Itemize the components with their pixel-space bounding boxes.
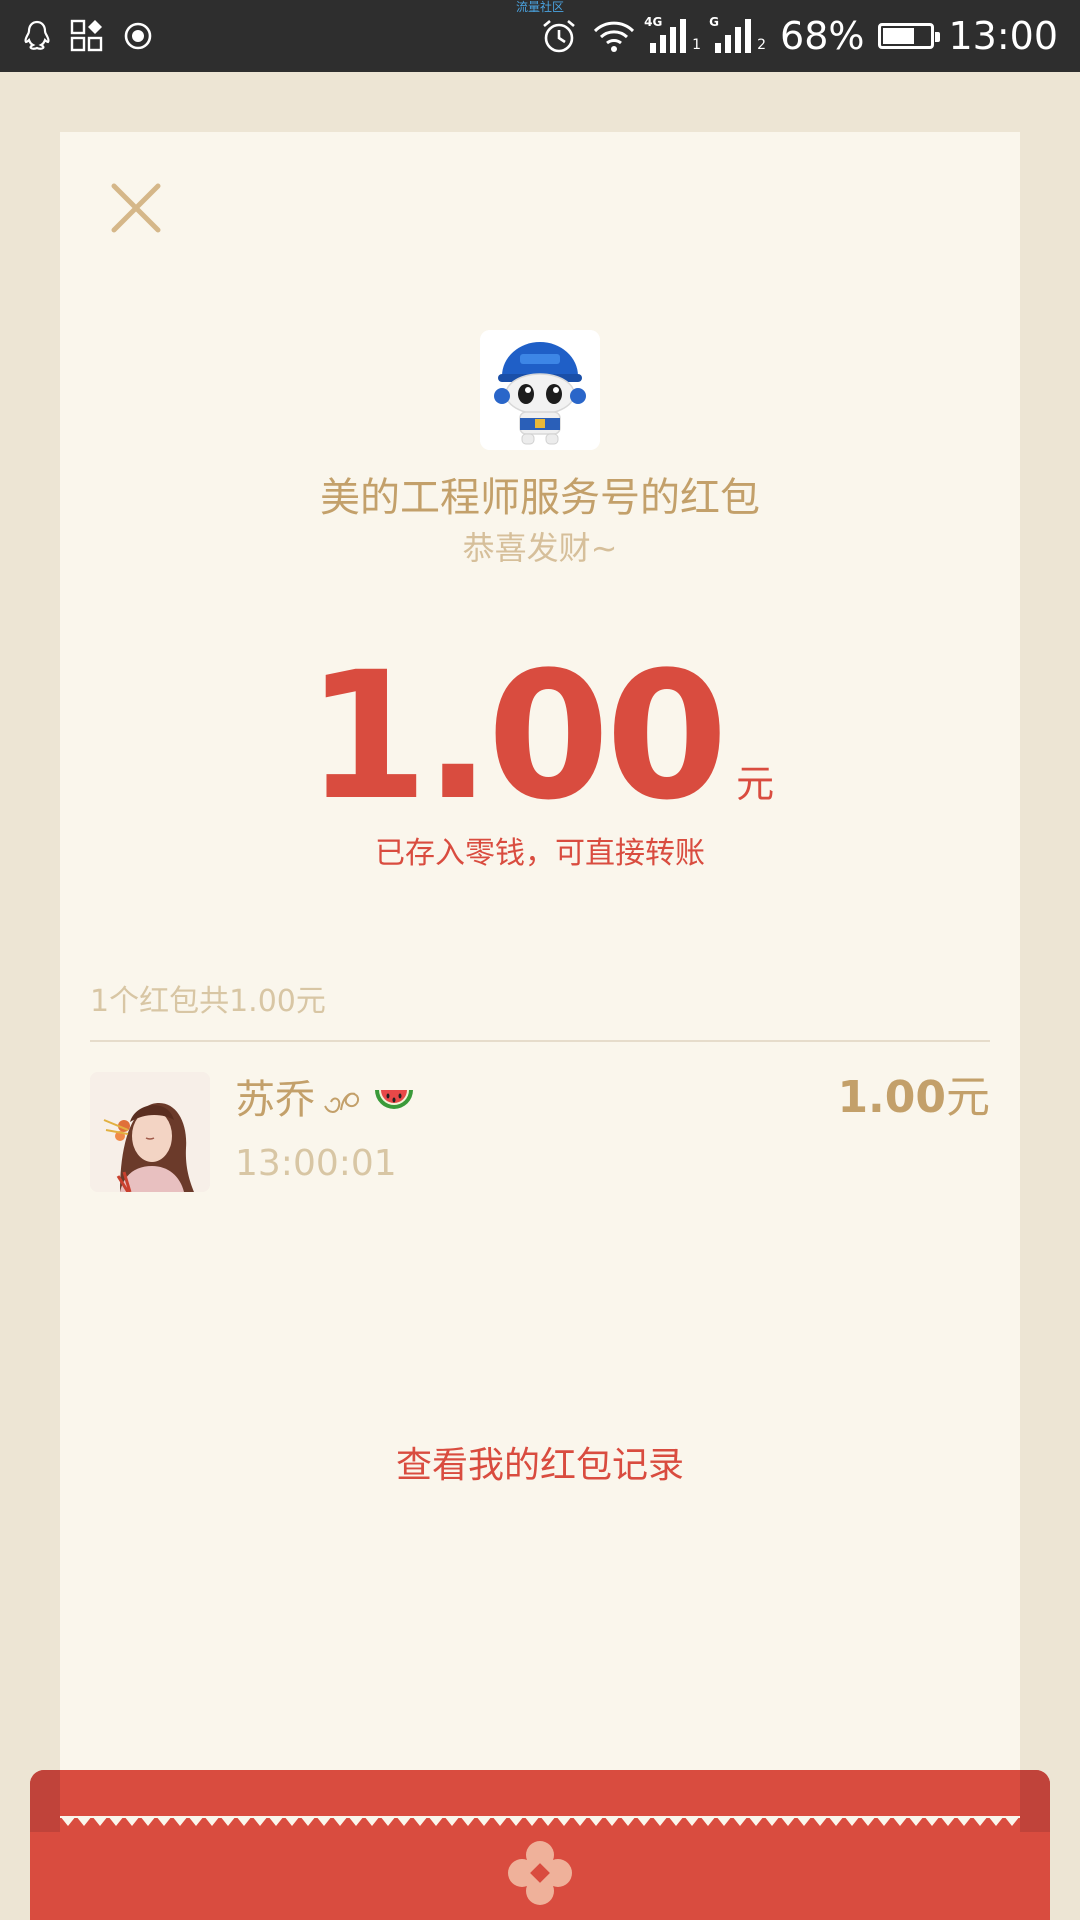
record-amount: 1.00元 — [837, 1068, 990, 1128]
app-grid-icon — [70, 19, 103, 52]
envelope-shadow-left — [30, 1770, 60, 1832]
record-amount-value: 1.00 — [837, 1072, 946, 1123]
signal-icon-sim1: 4G 1 — [644, 15, 702, 53]
sim-label-1: 1 — [692, 37, 702, 53]
zigzag-edge — [60, 1816, 1020, 1826]
sender-title: 美的工程师服务号的红包 — [320, 475, 760, 521]
battery-icon — [878, 23, 941, 49]
decorative-swirl-icon — [324, 1092, 359, 1113]
recipient-name: 苏乔 — [235, 1077, 315, 1123]
battery-percent: 68% — [780, 14, 865, 58]
amount-value: 1.00 — [305, 634, 728, 839]
user-avatar-image — [90, 1072, 210, 1192]
status-bar: 流量社区 4G 1 G 2 68% 13:00 — [0, 0, 1080, 72]
watermelon-icon — [375, 1090, 413, 1109]
view-history-link[interactable]: 查看我的红包记录 — [60, 1438, 1020, 1494]
robot-mascot-icon — [480, 330, 600, 450]
red-packet-detail-card: 美的工程师服务号的红包 恭喜发财~ 1.00 元 已存入零钱，可直接转账 1个红包… — [60, 132, 1020, 1832]
envelope-shadow-right — [1020, 1770, 1050, 1832]
record-time: 13:00:01 — [235, 1143, 397, 1184]
record-amount-unit: 元 — [946, 1072, 990, 1123]
close-icon[interactable] — [100, 172, 172, 244]
record-icon — [124, 22, 152, 50]
alarm-icon — [543, 20, 576, 53]
sender-avatar — [480, 330, 600, 450]
qq-icon — [24, 20, 50, 50]
sim-label-2: 2 — [757, 37, 767, 53]
signal-icon-sim2: G 2 — [709, 15, 767, 53]
deposit-notice: 已存入零钱，可直接转账 — [375, 836, 705, 871]
record-name: 苏乔 — [235, 1072, 417, 1128]
status-right-icons: 4G 1 G 2 68% 13:00 — [540, 10, 1058, 62]
avatar — [90, 1072, 210, 1192]
status-left-icons — [22, 16, 154, 56]
envelope-emblem-icon — [508, 1841, 572, 1905]
network-type-1: 4G — [644, 15, 663, 29]
divider — [90, 1040, 990, 1042]
amount-unit: 元 — [736, 762, 775, 806]
packet-summary: 1个红包共1.00元 — [90, 984, 326, 1019]
wifi-icon — [594, 21, 635, 52]
greeting-text: 恭喜发财~ — [462, 529, 618, 567]
clock: 13:00 — [948, 14, 1058, 58]
battery-fill — [883, 28, 915, 44]
network-type-2: G — [709, 15, 719, 29]
